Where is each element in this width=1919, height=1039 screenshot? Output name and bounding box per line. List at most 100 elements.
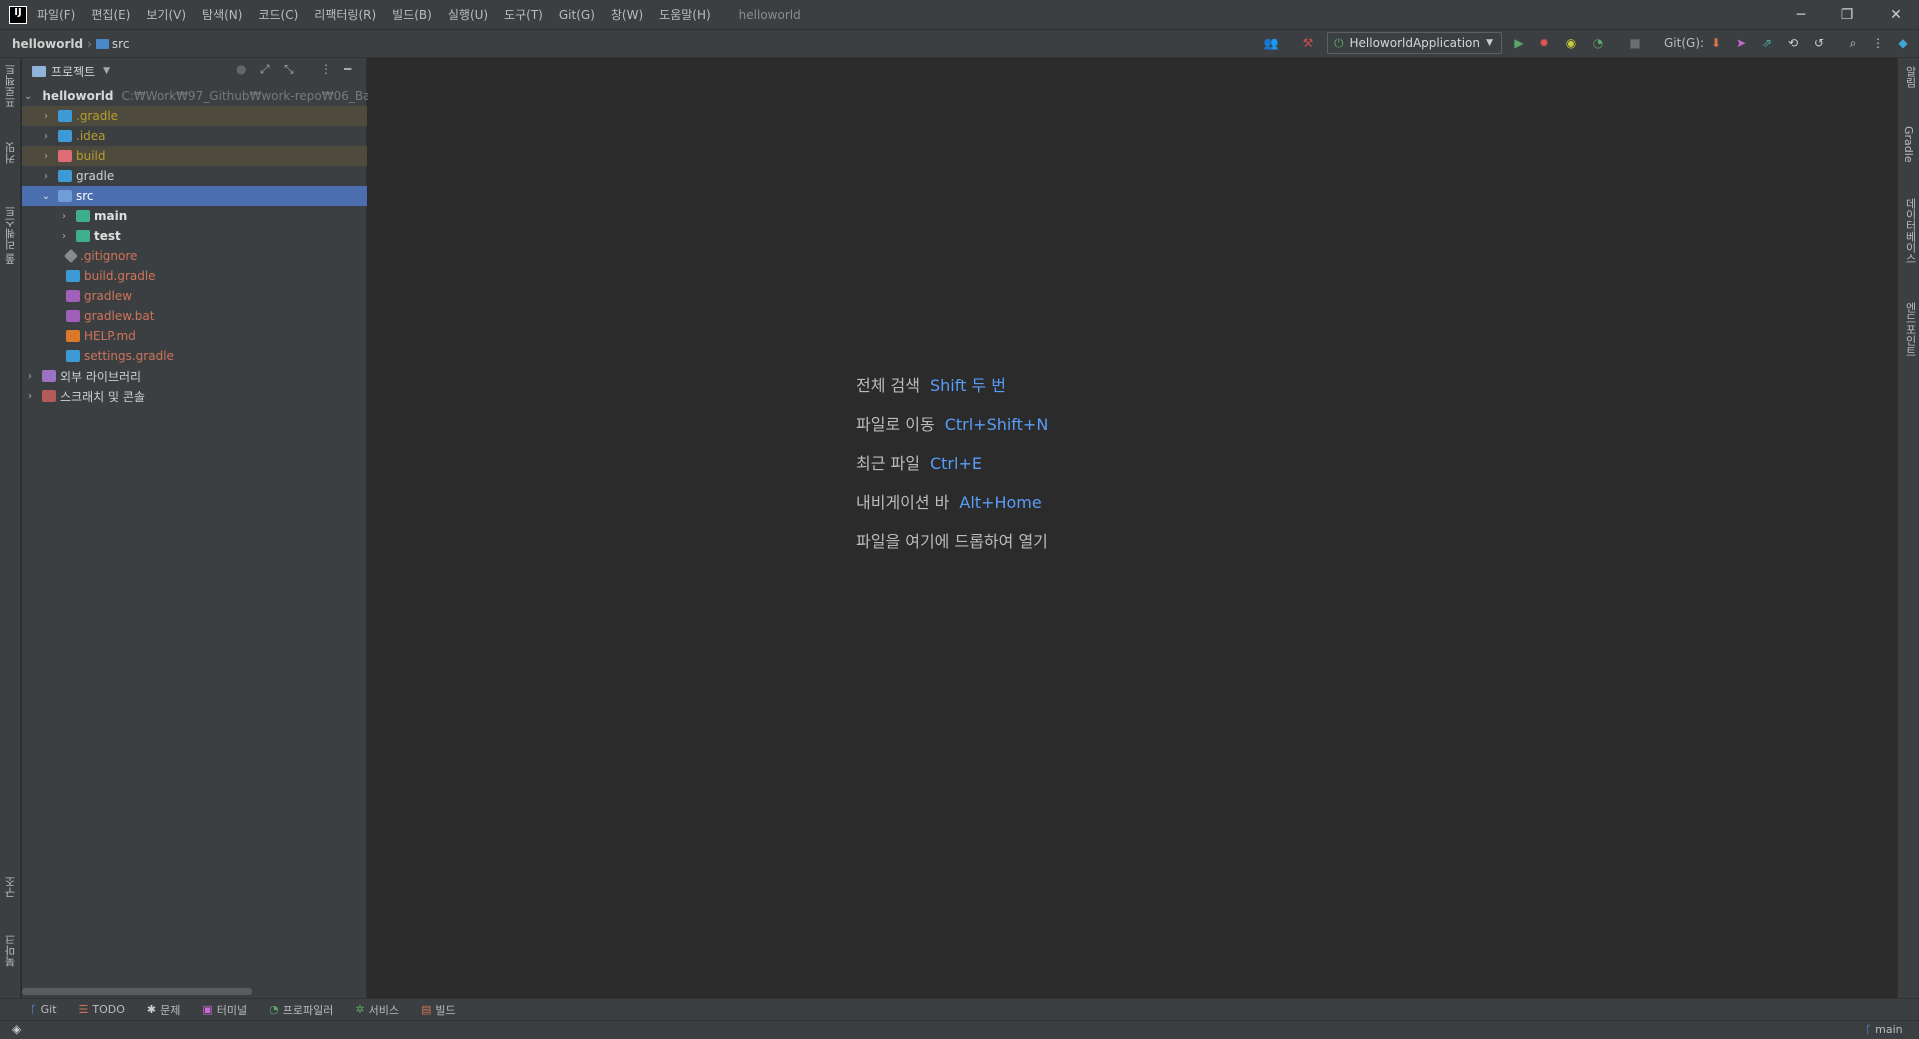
code-with-me-icon[interactable]: ◆: [1893, 33, 1913, 53]
tree-label: build.gradle: [84, 269, 156, 283]
commit-tab-label: 커밋: [4, 142, 17, 164]
profiler-icon[interactable]: ◔: [1588, 33, 1608, 53]
tab-database[interactable]: 데이터베이스: [1902, 198, 1918, 264]
status-bar: ◈ ᚴ main: [0, 1020, 1919, 1039]
services-icon: ✲: [355, 1003, 365, 1016]
database-tab-label: 데이터베이스: [1904, 198, 1917, 264]
folder-icon: [32, 65, 46, 77]
menu-refactor[interactable]: 리팩터링(R): [314, 6, 376, 23]
tab-project[interactable]: 프로젝트: [3, 64, 19, 108]
tab-pull-requests[interactable]: 풀 리퀘스트: [3, 206, 19, 265]
user-icon[interactable]: 👥: [1261, 33, 1281, 53]
tree-item-scratches[interactable]: › 스크래치 및 콘솔: [22, 386, 367, 406]
stop-icon[interactable]: ■: [1625, 33, 1645, 53]
window-title: helloworld: [738, 7, 801, 22]
menu-build[interactable]: 빌드(B): [392, 6, 432, 23]
menu-run[interactable]: 실행(U): [448, 6, 488, 23]
menu-navigate[interactable]: 탐색(N): [202, 6, 242, 23]
locate-icon[interactable]: ●: [236, 62, 246, 76]
tab-label: TODO: [92, 1003, 125, 1016]
tab-problems[interactable]: ✱ 문제: [147, 1002, 180, 1018]
tree-item-dot-gradle[interactable]: › .gradle: [22, 106, 367, 126]
more-icon[interactable]: ⋮: [1868, 33, 1888, 53]
git-branch-icon: ᚴ: [30, 1003, 37, 1016]
run-icon[interactable]: ▶: [1509, 33, 1529, 53]
tree-item-build[interactable]: › build: [22, 146, 367, 166]
right-tool-strip: 알림 Gradle 데이터베이스 엔드포인트: [1897, 58, 1919, 998]
menu-tools[interactable]: 도구(T): [504, 6, 543, 23]
gradle-file-icon: [66, 350, 80, 362]
tree-label: HELP.md: [84, 329, 136, 343]
menu-view[interactable]: 보기(V): [146, 6, 186, 23]
tab-gradle[interactable]: Gradle: [1902, 126, 1915, 163]
rollback-icon[interactable]: ↺: [1809, 33, 1829, 53]
tab-bookmarks[interactable]: 북마크: [3, 934, 19, 967]
tree-item-gradlew[interactable]: gradlew: [22, 286, 367, 306]
tree-item-test[interactable]: › test: [22, 226, 367, 246]
git-update-icon[interactable]: ⬇: [1706, 33, 1726, 53]
horizontal-scrollbar[interactable]: [22, 988, 252, 995]
tab-structure[interactable]: 구조: [3, 876, 19, 898]
bookmarks-tab-label: 북마크: [4, 934, 17, 967]
close-window-button[interactable]: ✕: [1873, 0, 1919, 29]
layers-icon[interactable]: ◈: [12, 1022, 21, 1036]
tree-label: 스크래치 및 콘솔: [60, 389, 145, 404]
menu-git[interactable]: Git(G): [559, 8, 595, 22]
tab-profiler[interactable]: ◔ 프로파일러: [269, 1002, 333, 1018]
folder-icon: [95, 38, 109, 49]
debug-icon[interactable]: ✹: [1534, 33, 1554, 53]
project-panel-title[interactable]: 프로젝트: [51, 63, 95, 80]
chevron-right-icon: ›: [44, 170, 48, 182]
script-file-icon: [66, 290, 80, 302]
coverage-icon[interactable]: ◉: [1561, 33, 1581, 53]
tab-endpoints[interactable]: 엔드포인트: [1902, 302, 1918, 357]
tree-item-external-libraries[interactable]: › 외부 라이브러리: [22, 366, 367, 386]
tree-item-help-md[interactable]: HELP.md: [22, 326, 367, 346]
tree-item-main[interactable]: › main: [22, 206, 367, 226]
expand-all-icon[interactable]: ⤢: [260, 62, 270, 77]
git-push-icon[interactable]: ⇗: [1757, 33, 1777, 53]
menu-window[interactable]: 창(W): [611, 6, 643, 23]
menu-code[interactable]: 코드(C): [258, 6, 298, 23]
tree-label: gradle: [76, 169, 115, 183]
options-icon[interactable]: ⋮: [320, 62, 332, 76]
tab-terminal[interactable]: ▣ 터미널: [202, 1002, 247, 1018]
minimize-button[interactable]: ─: [1778, 0, 1824, 29]
menu-file[interactable]: 파일(F): [37, 6, 75, 23]
restore-button[interactable]: ❐: [1824, 0, 1870, 29]
history-icon[interactable]: ⟲: [1783, 33, 1803, 53]
tree-root-helloworld[interactable]: ⌄ helloworld C:₩Work₩97_Github₩work-repo…: [22, 86, 391, 106]
hint-shortcut: Ctrl+E: [929, 454, 982, 473]
tab-services[interactable]: ✲ 서비스: [355, 1002, 399, 1018]
tab-label: Git: [40, 1003, 57, 1016]
tab-git[interactable]: ᚴ Git: [30, 1003, 57, 1016]
tree-item-gradlew-bat[interactable]: gradlew.bat: [22, 306, 367, 326]
title-bar: IJ 파일(F) 편집(E) 보기(V) 탐색(N) 코드(C) 리팩터링(R)…: [0, 0, 1919, 29]
git-commit-icon[interactable]: ➤: [1731, 33, 1751, 53]
collapse-all-icon[interactable]: ⤡: [284, 62, 294, 77]
tree-item-gitignore[interactable]: .gitignore: [22, 246, 367, 266]
git-branch-widget[interactable]: ᚴ main: [1865, 1023, 1903, 1036]
tree-item-dot-idea[interactable]: › .idea: [22, 126, 367, 146]
tree-label: helloworld: [42, 89, 114, 103]
breadcrumb-project[interactable]: helloworld: [12, 37, 83, 51]
chevron-down-icon[interactable]: ▼: [103, 66, 110, 76]
notifications-tab-label: 알림: [1904, 66, 1917, 88]
search-icon[interactable]: ⌕: [1843, 33, 1863, 53]
hide-panel-icon[interactable]: ━: [344, 62, 351, 76]
tree-item-src[interactable]: ⌄ src: [22, 186, 367, 206]
chevron-right-icon: ›: [44, 130, 48, 142]
run-configuration-select[interactable]: ⏻ HelloworldApplication ▼: [1327, 32, 1502, 54]
tab-build[interactable]: ▤ 빌드: [421, 1002, 456, 1018]
tab-notifications[interactable]: 알림: [1902, 66, 1918, 88]
breadcrumb-src[interactable]: src: [112, 37, 130, 51]
tab-commit[interactable]: 커밋: [3, 142, 19, 164]
menu-edit[interactable]: 편집(E): [91, 6, 130, 23]
tree-item-gradle[interactable]: › gradle: [22, 166, 367, 186]
tree-item-build-gradle[interactable]: build.gradle: [22, 266, 367, 286]
tab-todo[interactable]: ☰ TODO: [79, 1003, 125, 1016]
tree-item-settings-gradle[interactable]: settings.gradle: [22, 346, 367, 366]
build-hammer-icon[interactable]: ⚒: [1298, 33, 1318, 53]
menu-help[interactable]: 도움말(H): [659, 6, 711, 23]
run-config-label: HelloworldApplication: [1349, 36, 1481, 50]
